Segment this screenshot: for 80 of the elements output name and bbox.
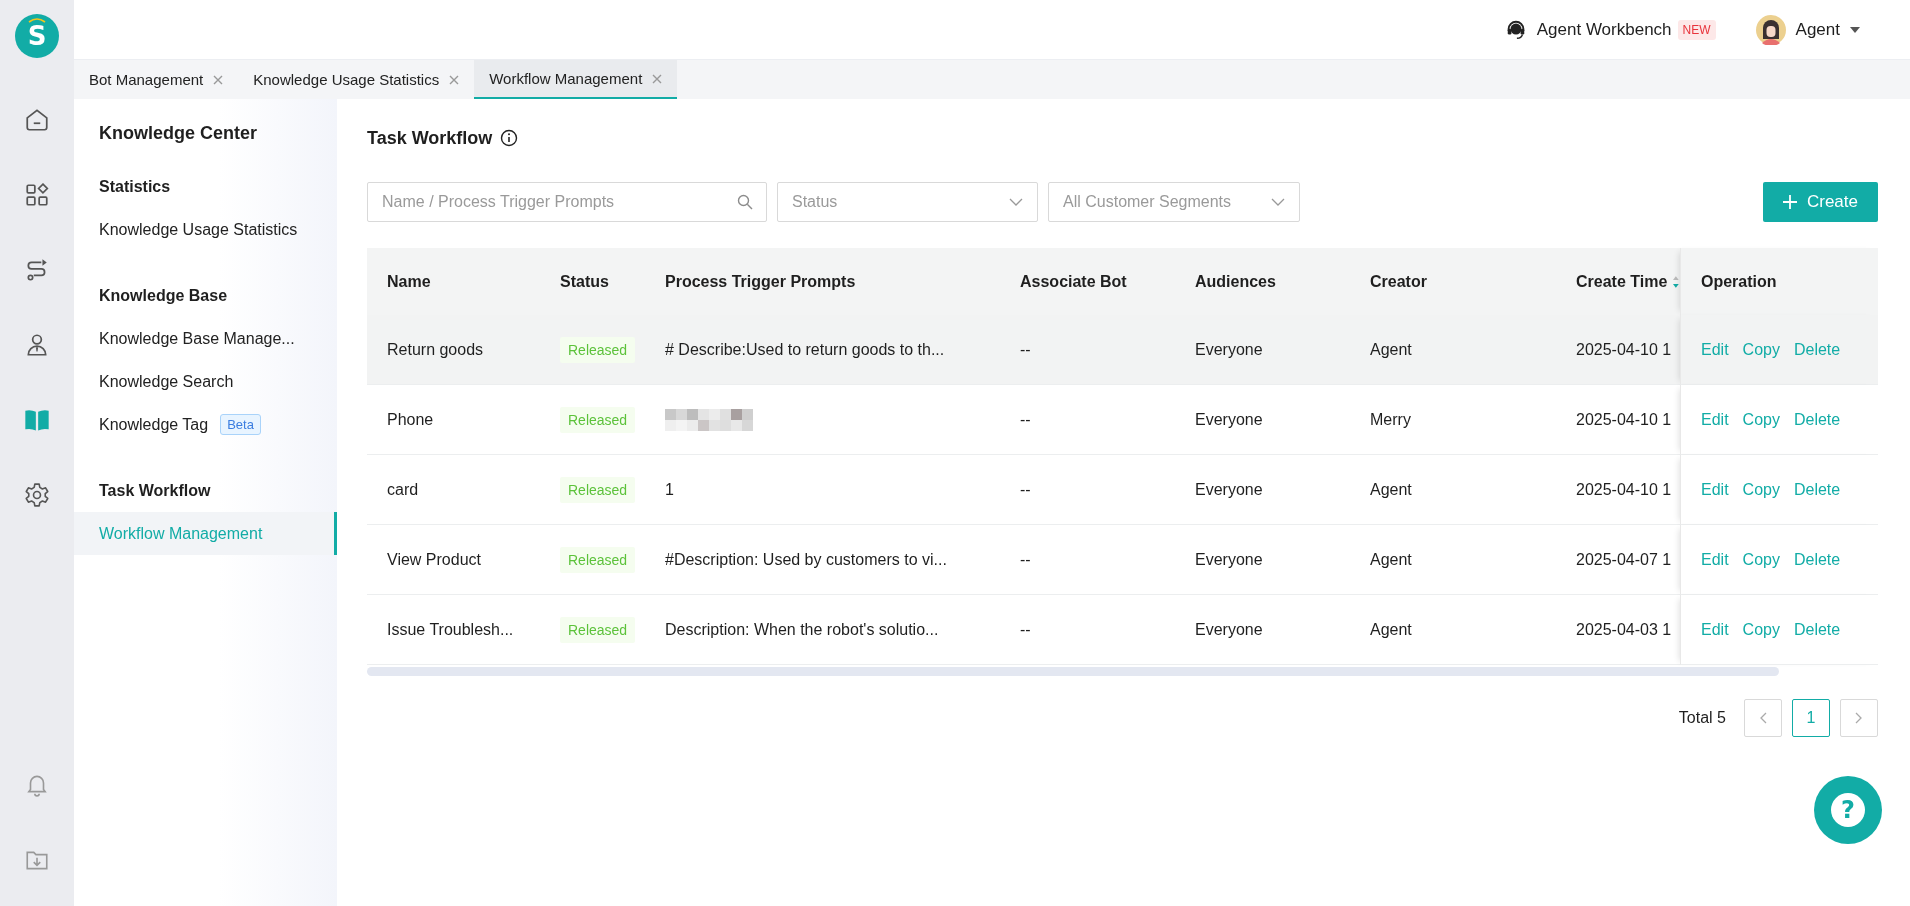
table-cell: Everyone — [1175, 315, 1350, 385]
column-header: Name — [367, 248, 540, 315]
action-link[interactable]: Delete — [1793, 620, 1841, 639]
column-header: Creator — [1350, 248, 1560, 315]
action-link[interactable]: Delete — [1793, 480, 1841, 499]
action-link[interactable]: Delete — [1793, 550, 1841, 569]
column-header: Associate Bot — [1000, 248, 1175, 315]
menu-item[interactable]: Knowledge Usage Statistics — [74, 208, 337, 251]
menu-heading: Knowledge Base — [98, 286, 229, 306]
column-header: Process Trigger Prompts — [645, 248, 1000, 315]
avatar-icon — [1755, 14, 1786, 45]
status-tag: Released — [560, 406, 636, 433]
help-button[interactable]: ? — [1814, 776, 1882, 844]
route-icon — [24, 256, 50, 283]
agent-icon — [24, 331, 50, 358]
action-link[interactable]: Copy — [1742, 550, 1780, 569]
new-badge: NEW — [1677, 19, 1716, 40]
chevron-down-icon — [1009, 198, 1023, 206]
settings-icon — [24, 481, 50, 508]
action-link[interactable]: Copy — [1742, 620, 1780, 639]
status-tag: Released — [560, 546, 636, 573]
status-tag: Released — [560, 616, 636, 643]
tab[interactable]: Workflow Management — [474, 60, 678, 99]
caret-icon — [1850, 26, 1860, 33]
table-cell: # Describe:Used to return goods to th... — [645, 315, 1000, 385]
column-header: Status — [540, 248, 645, 315]
action-link[interactable]: Edit — [1701, 340, 1729, 359]
close-icon[interactable] — [213, 74, 224, 85]
action-link[interactable]: Edit — [1701, 410, 1729, 429]
table-cell: 2025-04-10 1 — [1560, 315, 1680, 385]
menu-heading: Task Workflow — [98, 481, 212, 501]
plus-icon — [1782, 195, 1797, 209]
action-link[interactable]: Copy — [1742, 410, 1780, 429]
filter-dropdown[interactable]: Status — [777, 182, 1038, 222]
table-cell: Agent — [1350, 315, 1560, 385]
page-title: Task Workflow — [367, 127, 493, 149]
search-field[interactable]: Name / Process Trigger Prompts — [367, 182, 767, 222]
beta-badge: Beta — [220, 414, 261, 435]
user-menu[interactable]: Agent — [1755, 14, 1860, 45]
chevron-left-icon — [1759, 712, 1767, 724]
arc-icon — [28, 17, 46, 23]
tab[interactable]: Bot Management — [74, 60, 239, 99]
horizontal-scrollbar[interactable] — [367, 667, 1779, 676]
column-header: Audiences — [1175, 248, 1350, 315]
agent-workbench-link[interactable]: Agent Workbench NEW — [1504, 18, 1716, 41]
apps-icon — [24, 181, 50, 208]
chevron-right-icon — [1855, 712, 1863, 724]
menu-heading: Statistics — [98, 177, 172, 197]
sort-icon — [1672, 274, 1680, 289]
menu-item[interactable]: Knowledge Tag Beta — [74, 403, 337, 446]
app-logo: S — [15, 14, 59, 58]
menu-item[interactable]: Knowledge Base Manage... — [74, 317, 337, 360]
menu-item[interactable]: Knowledge Search — [74, 360, 337, 403]
tab[interactable]: Knowledge Usage Statistics — [238, 60, 475, 99]
status-tag: Released — [560, 476, 636, 503]
total-count: Total 5 — [1678, 709, 1726, 727]
action-link[interactable]: Delete — [1793, 410, 1841, 429]
action-link[interactable]: Edit — [1701, 620, 1729, 639]
close-icon[interactable] — [449, 74, 460, 85]
column-header: Operation — [1680, 248, 1878, 315]
page-button[interactable]: 1 — [1792, 699, 1830, 737]
menu-item[interactable]: Workflow Management — [74, 512, 337, 555]
search-icon — [737, 194, 753, 210]
close-icon[interactable] — [652, 73, 663, 84]
status-tag: Released — [560, 336, 636, 363]
filter-dropdown[interactable]: All Customer Segments — [1048, 182, 1300, 222]
action-link[interactable]: Copy — [1742, 340, 1780, 359]
next-page-button[interactable] — [1840, 699, 1878, 737]
action-link[interactable]: Edit — [1701, 550, 1729, 569]
panel-title: Knowledge Center — [98, 123, 259, 144]
action-link[interactable]: Delete — [1793, 340, 1841, 359]
column-header: Create Time — [1560, 248, 1680, 315]
info-icon — [500, 129, 519, 147]
chevron-down-icon — [1271, 198, 1285, 206]
previous-page-button[interactable] — [1744, 699, 1782, 737]
table-cell: -- — [1000, 315, 1175, 385]
action-link[interactable]: Copy — [1742, 480, 1780, 499]
table-cell: Return goods — [367, 315, 540, 385]
create-button[interactable]: Create — [1762, 182, 1878, 222]
action-link[interactable]: Edit — [1701, 480, 1729, 499]
